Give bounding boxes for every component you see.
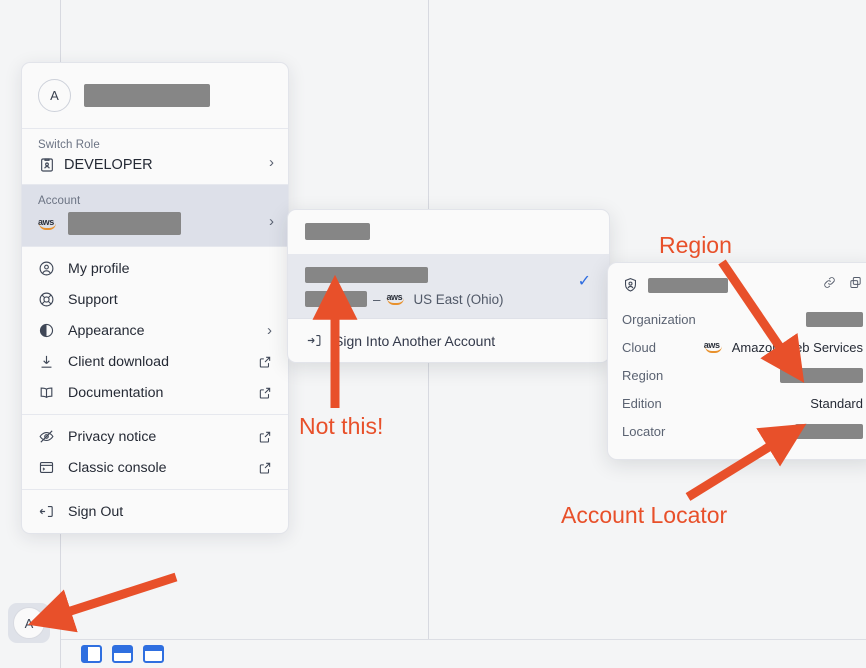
menu-item-privacy-notice[interactable]: Privacy notice [22,421,288,452]
switch-role-label: Switch Role [38,139,272,151]
detail-key: Cloud [622,340,656,355]
menu-item-my-profile[interactable]: My profile [22,253,288,284]
account-label: Account [38,195,272,207]
account-name-redacted [648,278,728,293]
user-circle-icon [38,260,55,277]
edition-value: Standard [810,396,863,411]
menu-item-label: Privacy notice [68,429,245,445]
lifebuoy-icon [38,291,55,308]
duplicate-icon[interactable] [848,275,863,295]
external-link-icon [258,355,272,369]
aws-logo-icon: aws [38,217,59,231]
user-name-redacted [84,84,210,107]
menu-item-client-download[interactable]: Client download [22,346,288,377]
console-window-icon [38,459,55,476]
bottom-panel-toggle-small[interactable] [112,645,133,663]
cloud-value: Amazon Web Services [732,340,863,355]
menu-item-label: Support [68,292,272,308]
detail-key: Organization [622,312,696,327]
check-icon: ✓ [578,271,591,291]
menu-item-label: Classic console [68,460,245,476]
menu-item-label: Client download [68,354,245,370]
submenu-org-header[interactable] [288,210,609,255]
account-menu-popover: A Switch Role DEVELOPER › Account aws [21,62,289,534]
account-avatar-button[interactable]: A [8,603,50,643]
account-locator-redacted [305,291,367,307]
book-icon [38,384,55,401]
detail-row-organization: Organization [622,305,863,333]
bottom-panel-toggle-large[interactable] [143,645,164,663]
external-link-icon [258,430,272,444]
app-background: A A Switch Role DEVELOPER › Account [0,0,866,668]
menu-item-label: Appearance [68,323,254,339]
menu-item-classic-console[interactable]: Classic console [22,452,288,483]
aws-logo-icon: aws [386,292,407,306]
account-section[interactable]: Account aws › [22,185,288,247]
aws-logo-icon: aws [704,340,725,354]
submenu-account-item[interactable]: – aws US East (Ohio) ✓ [288,255,609,319]
external-link-icon [258,461,272,475]
menu-item-label: My profile [68,261,272,277]
account-detail-header [622,275,863,295]
external-link-icon [258,386,272,400]
separator: – [373,292,380,307]
menu-item-documentation[interactable]: Documentation [22,377,288,408]
menu-item-appearance[interactable]: Appearance › [22,315,288,346]
avatar-arrow [52,577,176,617]
detail-row-locator: Locator [622,417,863,445]
chevron-right-icon: › [269,214,274,229]
contrast-icon [38,322,55,339]
download-icon [38,353,55,370]
eye-off-icon [38,428,55,445]
org-name-redacted [305,223,370,240]
chevron-right-icon: › [267,323,272,338]
menu-item-label: Documentation [68,385,245,401]
detail-key: Edition [622,396,662,411]
menu-item-sign-out[interactable]: Sign Out [22,496,288,527]
menu-item-label: Sign Out [68,504,272,520]
region-annotation-label: Region [659,232,732,259]
account-name-redacted [305,267,428,283]
left-panel-toggle[interactable] [81,645,102,663]
not-this-annotation-label: Not this! [299,413,383,440]
detail-row-region: Region [622,361,863,389]
menu-group-primary: My profile Support Appearance › [22,247,288,415]
account-switcher-submenu: – aws US East (Ohio) ✓ Sign Into Another… [287,209,610,363]
locator-value-redacted [795,424,863,439]
chevron-right-icon: › [269,155,274,170]
detail-key: Region [622,368,663,383]
menu-item-support[interactable]: Support [22,284,288,315]
sign-into-another-account-item[interactable]: Sign Into Another Account [288,319,609,362]
shield-user-icon [622,277,639,294]
organization-value-redacted [806,312,863,327]
menu-group-session: Sign Out [22,490,288,533]
account-region-label: US East (Ohio) [413,292,503,307]
copy-link-icon[interactable] [822,275,837,295]
sign-into-another-account-label: Sign Into Another Account [334,333,495,349]
detail-row-cloud: Cloud aws Amazon Web Services [622,333,863,361]
avatar: A [13,607,45,639]
switch-role-section[interactable]: Switch Role DEVELOPER › [22,129,288,185]
menu-group-legal: Privacy notice Classic console [22,415,288,490]
switch-role-value: DEVELOPER [64,157,153,173]
account-menu-header: A [22,63,288,129]
detail-row-edition: Edition Standard [622,389,863,417]
account-detail-card: Organization Cloud aws Amazon Web Servic… [607,262,866,460]
bottom-status-bar [61,639,866,668]
sign-out-icon [38,503,55,520]
detail-key: Locator [622,424,665,439]
id-badge-icon [38,156,55,173]
sign-in-icon [305,332,322,349]
region-value-redacted [780,368,863,383]
avatar: A [38,79,71,112]
account-locator-annotation-label: Account Locator [561,502,727,529]
account-name-redacted [68,212,181,235]
